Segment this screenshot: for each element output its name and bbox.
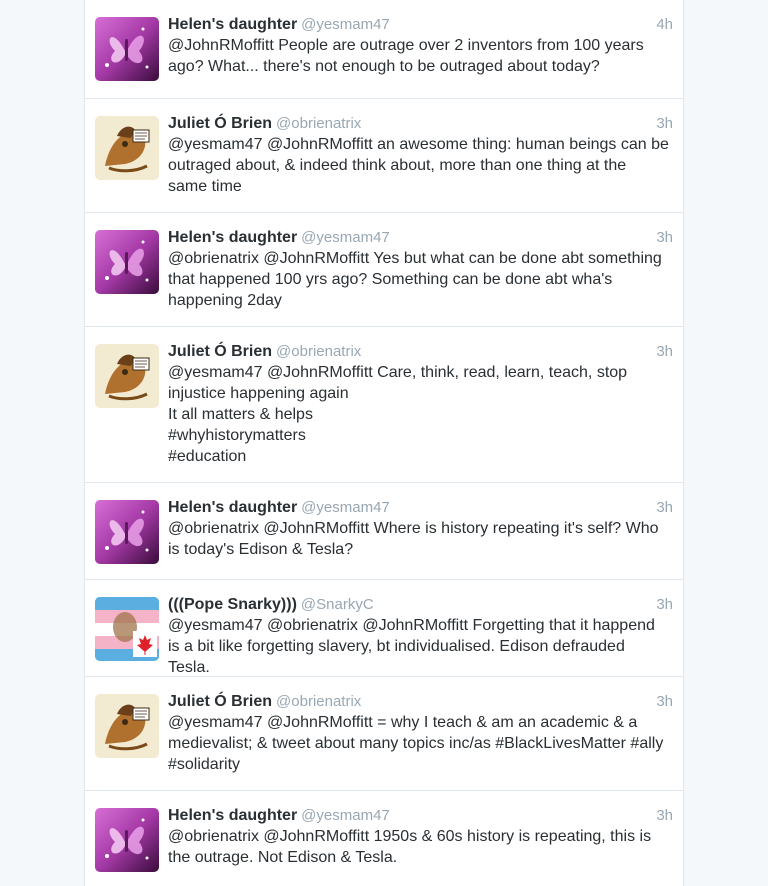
tweet-item[interactable]: (((Pope Snarky))) @SnarkyC 3h @yesmam47 @… <box>85 580 683 677</box>
manuscript-avatar-icon <box>95 116 159 180</box>
tweet-timestamp[interactable]: 3h <box>656 691 673 712</box>
tweet-author-handle[interactable]: @yesmam47 <box>301 16 390 33</box>
tweet-text: @obrienatrix @JohnRMoffitt 1950s & 60s h… <box>168 828 652 866</box>
tweet-header: Helen's daughter @yesmam47 4h <box>168 14 673 35</box>
tweet-header: Helen's daughter @yesmam47 3h <box>168 805 673 826</box>
tweet-text: @yesmam47 @obrienatrix @JohnRMoffitt For… <box>168 617 655 676</box>
avatar[interactable] <box>95 230 159 294</box>
tweet-header: Juliet Ó Brien @obrienatrix 3h <box>168 691 673 712</box>
butterfly-avatar-icon <box>95 808 159 872</box>
tweet-author-name[interactable]: (((Pope Snarky))) <box>168 596 297 613</box>
tweet-timestamp[interactable]: 4h <box>656 14 673 35</box>
tweet-header: Helen's daughter @yesmam47 3h <box>168 497 673 518</box>
avatar[interactable] <box>95 694 159 758</box>
tweet-author-name[interactable]: Juliet Ó Brien <box>168 115 272 132</box>
avatar[interactable] <box>95 344 159 408</box>
tweet-item[interactable]: Juliet Ó Brien @obrienatrix 3h @yesmam47 … <box>85 99 683 213</box>
manuscript-avatar-icon <box>95 694 159 758</box>
tweet-author-handle[interactable]: @yesmam47 <box>301 499 390 516</box>
butterfly-avatar-icon <box>95 17 159 81</box>
tweet-text: @yesmam47 @JohnRMoffitt Care, think, rea… <box>168 364 628 465</box>
tweet-header: Helen's daughter @yesmam47 3h <box>168 227 673 248</box>
tweet-text: @JohnRMoffitt People are outrage over 2 … <box>168 37 644 75</box>
tweet-author-handle[interactable]: @yesmam47 <box>301 807 390 824</box>
avatar[interactable] <box>95 17 159 81</box>
avatar[interactable] <box>95 808 159 872</box>
tweet-item[interactable]: Helen's daughter @yesmam47 3h @obrienatri… <box>85 791 683 886</box>
avatar[interactable] <box>95 500 159 564</box>
tweet-author-name[interactable]: Helen's daughter <box>168 499 297 516</box>
butterfly-avatar-icon <box>95 230 159 294</box>
tweet-header: Juliet Ó Brien @obrienatrix 3h <box>168 113 673 134</box>
tweet-item[interactable]: Helen's daughter @yesmam47 3h @obrienatri… <box>85 213 683 327</box>
tweet-header: (((Pope Snarky))) @SnarkyC 3h <box>168 594 673 615</box>
tweet-author-handle[interactable]: @obrienatrix <box>276 693 361 710</box>
tweet-author-name[interactable]: Juliet Ó Brien <box>168 343 272 360</box>
tweet-author-handle[interactable]: @SnarkyC <box>301 596 374 613</box>
tweet-item[interactable]: Helen's daughter @yesmam47 3h @obrienatri… <box>85 483 683 580</box>
avatar[interactable] <box>95 597 159 661</box>
tweet-timestamp[interactable]: 3h <box>656 341 673 362</box>
avatar[interactable] <box>95 116 159 180</box>
tweet-timestamp[interactable]: 3h <box>656 594 673 615</box>
tweet-author-handle[interactable]: @obrienatrix <box>276 115 361 132</box>
tweet-timestamp[interactable]: 3h <box>656 113 673 134</box>
tweet-text: @obrienatrix @JohnRMoffitt Where is hist… <box>168 520 659 558</box>
tweet-header: Juliet Ó Brien @obrienatrix 3h <box>168 341 673 362</box>
tweet-author-name[interactable]: Helen's daughter <box>168 16 297 33</box>
tweet-item[interactable]: Juliet Ó Brien @obrienatrix 3h @yesmam47 … <box>85 677 683 791</box>
butterfly-avatar-icon <box>95 500 159 564</box>
tweet-timestamp[interactable]: 3h <box>656 227 673 248</box>
tweet-author-handle[interactable]: @yesmam47 <box>301 229 390 246</box>
tweet-author-name[interactable]: Juliet Ó Brien <box>168 693 272 710</box>
tweet-timeline: Helen's daughter @yesmam47 4h @JohnRMoffi… <box>84 0 684 886</box>
tweet-author-name[interactable]: Helen's daughter <box>168 807 297 824</box>
tweet-item[interactable]: Juliet Ó Brien @obrienatrix 3h @yesmam47 … <box>85 327 683 483</box>
tweet-author-name[interactable]: Helen's daughter <box>168 229 297 246</box>
tweet-text: @obrienatrix @JohnRMoffitt Yes but what … <box>168 250 662 309</box>
tweet-item[interactable]: Helen's daughter @yesmam47 4h @JohnRMoffi… <box>85 0 683 99</box>
flag-avatar-icon <box>95 597 159 661</box>
tweet-text: @yesmam47 @JohnRMoffitt = why I teach & … <box>168 714 664 773</box>
tweet-text: @yesmam47 @JohnRMoffitt an awesome thing… <box>168 136 669 195</box>
tweet-author-handle[interactable]: @obrienatrix <box>276 343 361 360</box>
manuscript-avatar-icon <box>95 344 159 408</box>
tweet-timestamp[interactable]: 3h <box>656 805 673 826</box>
tweet-timestamp[interactable]: 3h <box>656 497 673 518</box>
